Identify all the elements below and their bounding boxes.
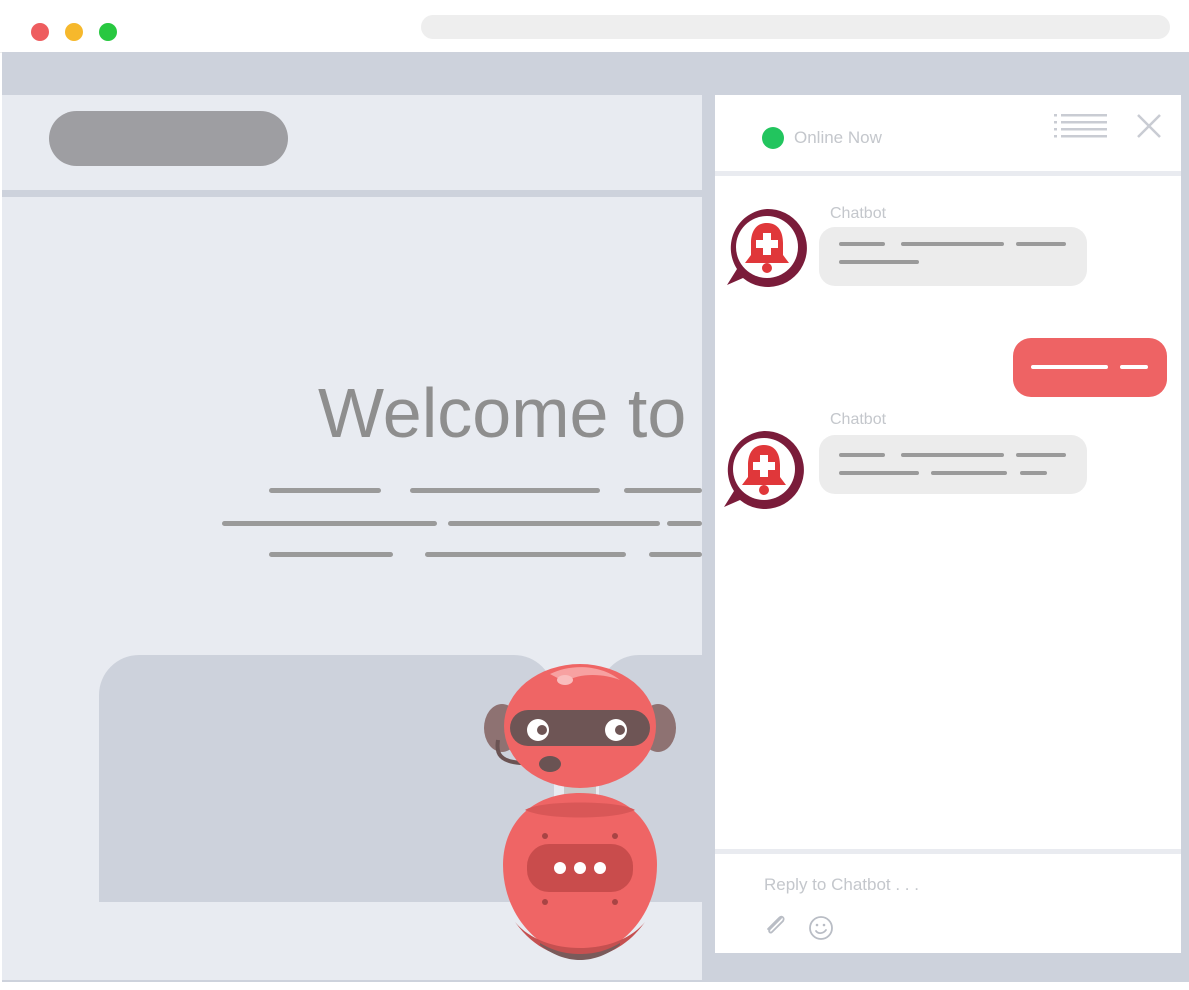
window-minimize-button[interactable] [65,23,83,41]
online-status-text: Online Now [794,128,882,147]
window-close-button[interactable] [31,23,49,41]
chat-header-divider [715,171,1181,176]
reply-input[interactable]: Reply to Chatbot . . . [764,875,919,895]
paperclip-icon[interactable] [763,913,787,937]
user-message-bubble [1013,338,1167,397]
chatbot-avatar-icon [724,430,804,509]
robot-mascot-icon [484,664,676,960]
hero-title-clip: Welcome to [300,370,702,470]
online-status-indicator [762,127,784,149]
address-bar[interactable] [421,15,1170,39]
list-icon[interactable] [1054,112,1107,140]
close-icon[interactable] [1136,113,1162,139]
smiley-icon[interactable] [807,914,835,942]
chatbot-avatar-icon [727,208,807,287]
hero-title: Welcome to [318,374,687,452]
message-sender: Chatbot [830,411,887,428]
bot-message-bubble [819,227,1087,286]
website-header-divider [2,190,702,197]
window-maximize-button[interactable] [99,23,117,41]
bot-message-bubble [819,435,1087,494]
message-sender: Chatbot [830,205,887,222]
reply-divider [715,849,1181,854]
website-logo-placeholder [49,111,288,166]
